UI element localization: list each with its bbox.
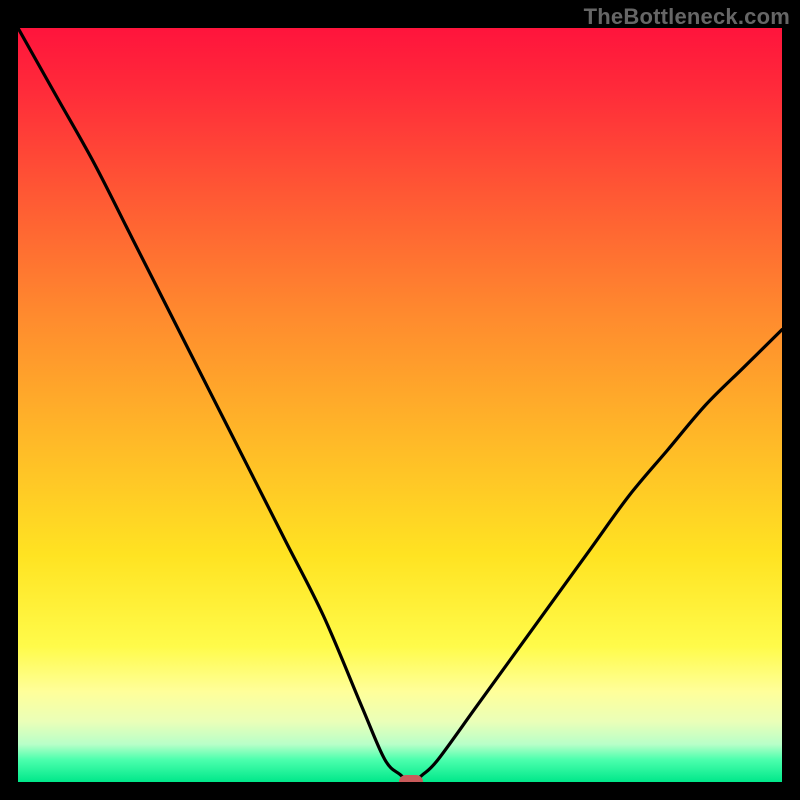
optimum-marker [399,775,423,782]
chart-frame: TheBottleneck.com [0,0,800,800]
bottleneck-curve [18,28,782,782]
plot-area [18,28,782,782]
watermark-text: TheBottleneck.com [584,4,790,30]
